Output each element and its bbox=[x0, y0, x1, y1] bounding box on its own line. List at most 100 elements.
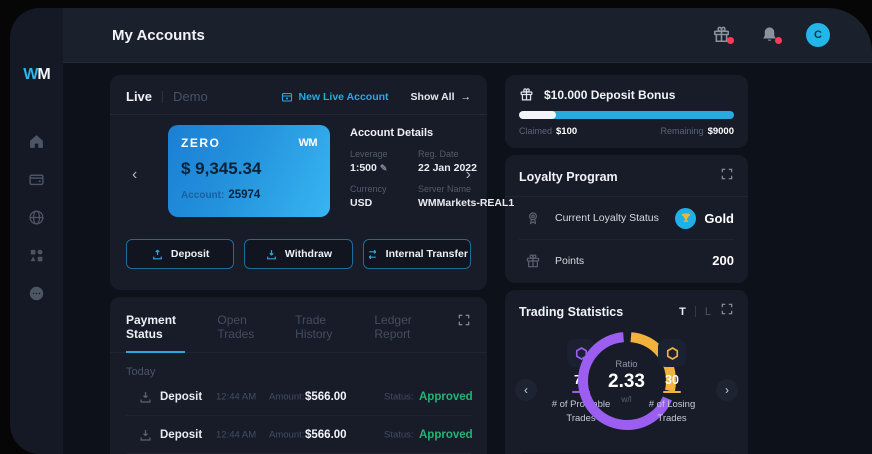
globe-icon[interactable] bbox=[28, 208, 46, 226]
internal-transfer-label: Internal Transfer bbox=[385, 248, 468, 260]
withdraw-button[interactable]: Withdraw bbox=[244, 239, 353, 269]
detail-server-name: Server Name WMMarkets-REAL1 bbox=[418, 184, 514, 209]
divider bbox=[110, 114, 487, 115]
amount-value: $566.00 bbox=[305, 428, 347, 441]
bonus-title: $10.000 Deposit Bonus bbox=[544, 87, 676, 102]
tab-trade-history[interactable]: Trade History bbox=[295, 313, 342, 351]
payments-panel: Payment Status Open Trades Trade History… bbox=[110, 297, 487, 454]
tab-ledger-report[interactable]: Ledger Report bbox=[374, 313, 425, 351]
new-live-account-button[interactable]: New Live Account bbox=[281, 91, 389, 103]
loyalty-status-value: Gold bbox=[704, 210, 734, 226]
tab-demo[interactable]: Demo bbox=[173, 89, 208, 104]
remaining-label: Remaining bbox=[660, 126, 704, 136]
detail-value: 1:500 bbox=[350, 162, 377, 174]
show-all-link[interactable]: Show All → bbox=[411, 91, 471, 103]
payment-time: 12:44 AM bbox=[216, 429, 257, 440]
stats-next-icon[interactable]: › bbox=[716, 379, 738, 401]
payment-row[interactable]: Deposit 12:44 AM Amount: $566.00 Status:… bbox=[126, 378, 473, 416]
status-label: Status: bbox=[384, 391, 414, 402]
logo-letter-w: W bbox=[23, 66, 38, 83]
loyalty-points-row: Points 200 bbox=[519, 239, 734, 281]
home-icon[interactable] bbox=[28, 132, 46, 150]
expand-icon[interactable] bbox=[720, 167, 734, 186]
accounts-header: Live Demo New Live Account Show All → bbox=[126, 89, 471, 104]
remaining-value: $9000 bbox=[707, 126, 734, 137]
points-value: 200 bbox=[712, 253, 734, 268]
losing-trades-value: 30 bbox=[665, 373, 679, 387]
deposit-download-icon bbox=[138, 389, 153, 404]
deposit-bonus-panel: $10.000 Deposit Bonus Claimed $100 Remain… bbox=[505, 75, 748, 148]
tab-payment-status[interactable]: Payment Status bbox=[126, 313, 186, 353]
detail-value: USD bbox=[350, 197, 373, 209]
payment-type: Deposit bbox=[160, 390, 203, 403]
deposit-upload-icon bbox=[153, 249, 162, 259]
detail-label: Server Name bbox=[418, 184, 472, 194]
detail-label: Leverage bbox=[350, 149, 388, 159]
losing-trades-label: # of Losing Trades bbox=[648, 399, 696, 425]
detail-currency: Currency USD bbox=[350, 184, 410, 209]
tab-open-trades[interactable]: Open Trades bbox=[217, 313, 263, 351]
carousel-next-icon[interactable]: › bbox=[466, 167, 471, 183]
account-balance: $ 9,345.34 bbox=[181, 159, 262, 178]
account-number-label: Account: bbox=[181, 190, 225, 201]
account-number-row: Account: 25974 bbox=[181, 189, 317, 201]
expand-icon[interactable] bbox=[720, 302, 734, 321]
account-card[interactable]: ZERO WM $ 9,345.34 Account: 25974 bbox=[168, 125, 330, 217]
amount-value: $566.00 bbox=[305, 390, 347, 403]
brand-logo[interactable]: WM bbox=[23, 66, 50, 84]
account-number-value: 25974 bbox=[228, 189, 261, 201]
payment-row[interactable]: Deposit 12:44 AM Amount: $566.00 Status:… bbox=[126, 416, 473, 454]
sidebar: WM bbox=[10, 8, 63, 454]
expand-icon[interactable] bbox=[457, 313, 471, 332]
withdraw-download-icon bbox=[267, 249, 276, 259]
user-avatar[interactable]: C bbox=[806, 23, 830, 47]
status-badge: Approved bbox=[419, 428, 473, 441]
claimed-label: Claimed bbox=[519, 126, 553, 136]
hexagon-yellow-icon bbox=[658, 339, 686, 367]
remaining-group: Remaining $9000 bbox=[661, 126, 734, 137]
losing-trades-stat: 30 # of Losing Trades bbox=[632, 339, 712, 427]
account-carousel: ‹ ZERO WM $ 9,345.34 Account: 25974 Accou… bbox=[126, 123, 514, 227]
internal-transfer-button[interactable]: Internal Transfer bbox=[362, 239, 471, 269]
trading-statistics-panel: Trading Statistics T L ‹ 70 # of Profita… bbox=[505, 290, 748, 454]
promotions-gift-icon[interactable] bbox=[712, 25, 734, 45]
amount-label: Amount: bbox=[269, 429, 305, 440]
deposit-download-icon bbox=[138, 427, 153, 442]
loyalty-status-row: Current Loyalty Status Gold bbox=[519, 197, 734, 239]
show-all-label: Show All bbox=[410, 90, 455, 103]
detail-label: Currency bbox=[350, 184, 387, 194]
edit-leverage-icon[interactable]: ✎ bbox=[380, 163, 388, 173]
bonus-progress-bar bbox=[519, 111, 734, 119]
amount-label: Amount: bbox=[269, 391, 305, 402]
detail-leverage: Leverage 1:500 ✎ bbox=[350, 149, 410, 174]
deposit-label: Deposit bbox=[170, 248, 210, 260]
yellow-rule bbox=[663, 391, 681, 393]
toggle-trades[interactable]: T bbox=[679, 306, 686, 318]
carousel-prev-icon[interactable]: ‹ bbox=[132, 167, 137, 183]
loyalty-status-label: Current Loyalty Status bbox=[555, 212, 659, 224]
notifications-bell-icon[interactable] bbox=[760, 25, 782, 45]
transfer-arrows-icon bbox=[368, 249, 376, 259]
status-label: Status: bbox=[384, 429, 414, 440]
stats-title: Trading Statistics bbox=[519, 304, 624, 319]
apps-icon[interactable] bbox=[28, 246, 46, 264]
stats-prev-icon[interactable]: ‹ bbox=[515, 379, 537, 401]
new-live-account-label: New Live Account bbox=[298, 90, 389, 103]
left-column: Live Demo New Live Account Show All → ‹ … bbox=[110, 75, 514, 454]
group-label-today: Today bbox=[126, 366, 156, 378]
payment-time: 12:44 AM bbox=[216, 391, 257, 402]
payments-tabs: Payment Status Open Trades Trade History… bbox=[110, 311, 487, 353]
gift-alert-dot bbox=[727, 37, 734, 44]
detail-reg-date: Reg. Date 22 Jan 2022 bbox=[418, 149, 484, 174]
wallet-icon[interactable] bbox=[28, 170, 46, 188]
account-details: Account Details Leverage 1:500 ✎ Reg. Dat… bbox=[350, 127, 514, 209]
bonus-progress-claimed bbox=[519, 111, 556, 119]
toggle-lots[interactable]: L bbox=[705, 306, 711, 318]
points-label: Points bbox=[555, 254, 585, 267]
deposit-button[interactable]: Deposit bbox=[126, 239, 235, 269]
payment-type: Deposit bbox=[160, 428, 203, 441]
tab-live[interactable]: Live bbox=[126, 89, 152, 104]
more-icon[interactable] bbox=[28, 284, 46, 302]
bell-alert-dot bbox=[775, 37, 782, 44]
gift-icon bbox=[520, 88, 533, 101]
